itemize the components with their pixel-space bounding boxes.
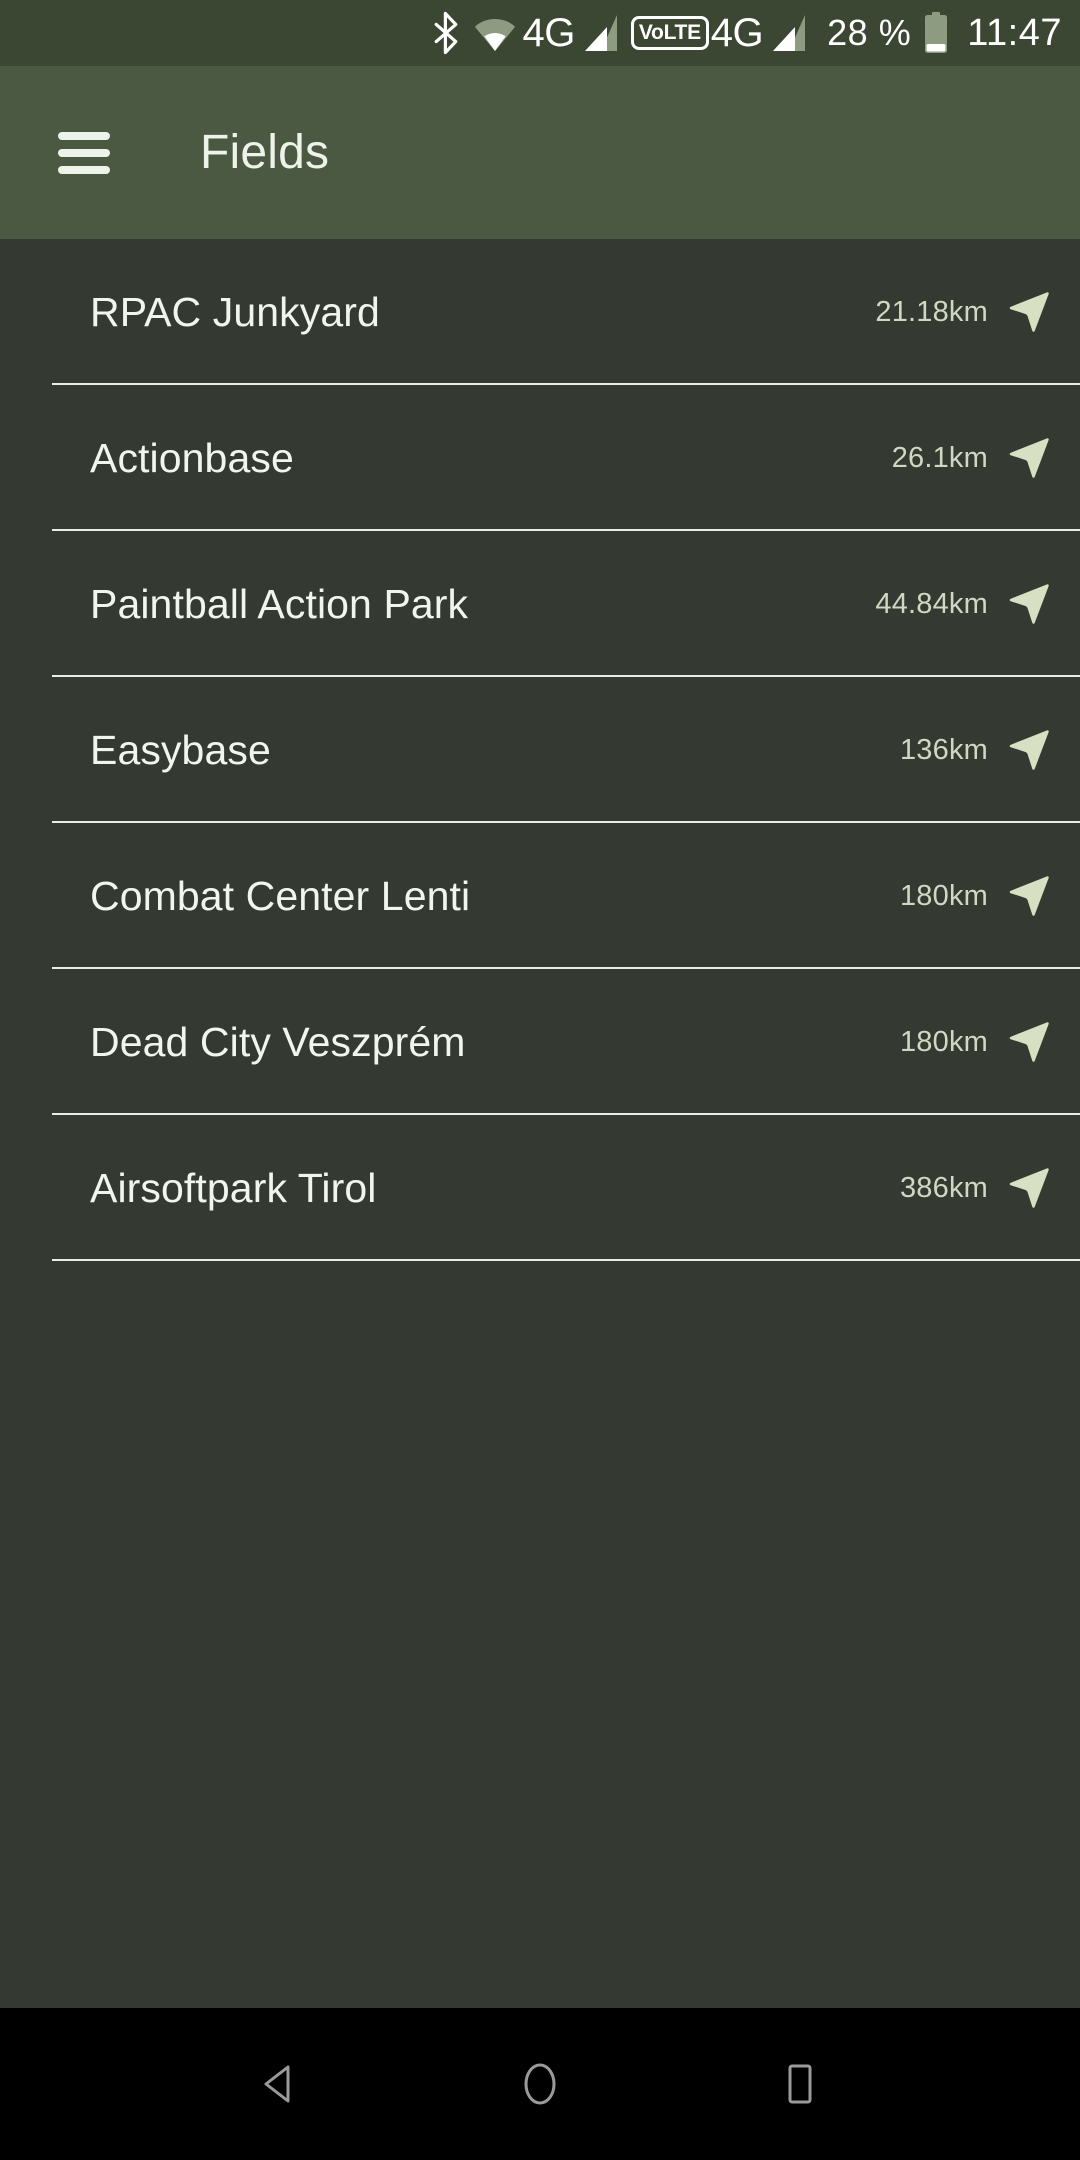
field-distance: 136km (899, 733, 988, 766)
list-item[interactable]: Combat Center Lenti 180km (0, 823, 1080, 969)
navigation-arrow-icon[interactable] (1006, 435, 1052, 481)
back-triangle-icon[interactable] (235, 2039, 325, 2129)
home-circle-icon[interactable] (495, 2039, 585, 2129)
status-bar-clock: 11:47 (967, 11, 1062, 54)
field-name: Actionbase (90, 434, 294, 481)
field-name: RPAC Junkyard (90, 288, 380, 335)
page-title: Fields (200, 126, 330, 179)
navigation-arrow-icon[interactable] (1006, 1165, 1052, 1211)
row-trailing-group: 136km (900, 727, 1052, 773)
list-item[interactable]: Actionbase 26.1km (0, 385, 1080, 531)
list-item[interactable]: RPAC Junkyard 21.18km (0, 239, 1080, 385)
row-trailing-group: 44.84km (875, 581, 1052, 627)
app-bar: Fields (0, 66, 1080, 239)
battery-icon (911, 12, 949, 54)
row-trailing-group: 386km (900, 1165, 1052, 1211)
navigation-arrow-icon[interactable] (1006, 1019, 1052, 1065)
list-item[interactable]: Paintball Action Park 44.84km (0, 531, 1080, 677)
volte-badge: VoLTE (630, 16, 709, 50)
battery-percent-label: 28 % (827, 12, 912, 53)
navigation-arrow-icon[interactable] (1006, 581, 1052, 627)
phone-screen: 4G VoLTE 4G 28 % 11:47 Fields RPAC Junky… (0, 0, 1080, 2160)
list-item[interactable]: Easybase 136km (0, 677, 1080, 823)
field-distance: 26.1km (891, 441, 988, 474)
status-bar: 4G VoLTE 4G 28 % 11:47 (0, 0, 1080, 66)
bluetooth-icon (431, 11, 473, 55)
field-distance: 21.18km (875, 295, 988, 328)
navigation-arrow-icon[interactable] (1006, 289, 1052, 335)
hamburger-bar-3 (58, 165, 110, 174)
field-distance: 44.84km (875, 587, 988, 620)
list-item[interactable]: Airsoftpark Tirol 386km (0, 1115, 1080, 1261)
field-name: Paintball Action Park (90, 580, 469, 627)
hamburger-bar-1 (58, 131, 110, 140)
field-distance: 180km (899, 879, 988, 912)
field-distance: 386km (899, 1171, 988, 1204)
hamburger-bar-2 (58, 148, 110, 157)
fields-list: RPAC Junkyard 21.18km Actionbase 26.1km Pain… (0, 239, 1080, 1261)
field-name: Airsoftpark Tirol (90, 1164, 377, 1211)
field-name: Combat Center Lenti (90, 872, 471, 919)
android-navigation-bar (0, 2008, 1080, 2160)
signal-bars-icon-2 (763, 13, 811, 53)
recents-square-icon[interactable] (755, 2039, 845, 2129)
content-area: RPAC Junkyard 21.18km Actionbase 26.1km Pain… (0, 239, 1080, 2008)
navigation-arrow-icon[interactable] (1006, 727, 1052, 773)
field-name: Dead City Veszprém (90, 1018, 466, 1065)
network-type-label-2: 4G (710, 11, 764, 55)
network-type-label-1: 4G (522, 11, 576, 55)
row-trailing-group: 21.18km (875, 289, 1052, 335)
wifi-icon (473, 11, 523, 55)
field-distance: 180km (899, 1025, 988, 1058)
row-trailing-group: 180km (900, 1019, 1052, 1065)
row-trailing-group: 180km (900, 873, 1052, 919)
navigation-arrow-icon[interactable] (1006, 873, 1052, 919)
field-name: Easybase (90, 726, 271, 773)
row-trailing-group: 26.1km (892, 435, 1052, 481)
list-item[interactable]: Dead City Veszprém 180km (0, 969, 1080, 1115)
signal-bars-icon (575, 13, 623, 53)
hamburger-menu-icon[interactable] (58, 131, 110, 174)
